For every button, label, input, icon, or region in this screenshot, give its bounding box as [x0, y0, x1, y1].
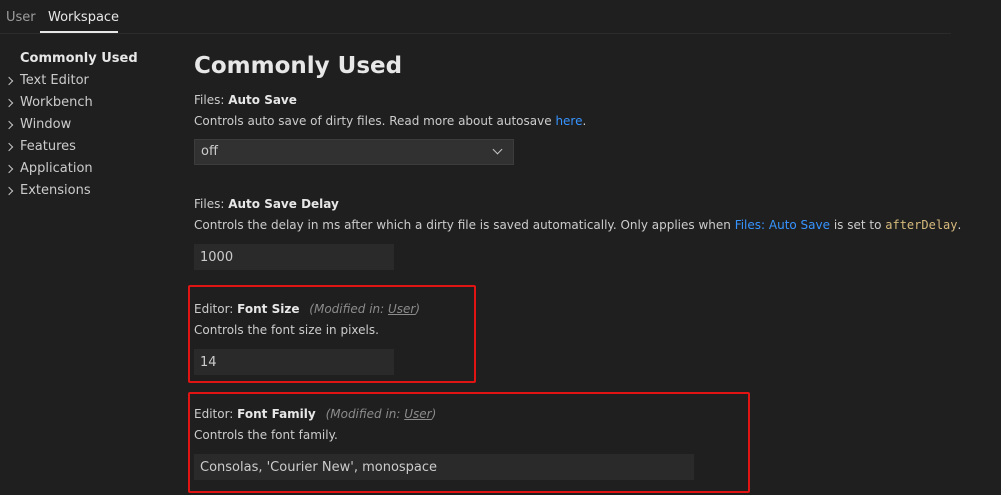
setting-name: Font Family	[237, 407, 316, 421]
toc-item-label: Application	[20, 161, 93, 176]
setting-description-auto-save: Controls auto save of dirty files. Read …	[194, 114, 586, 128]
setting-title-font-family: Editor: Font Family (Modified in: User)	[194, 407, 436, 421]
setting-category: Files:	[194, 93, 229, 107]
toc-item-label: Text Editor	[20, 73, 89, 88]
files-auto-save-link[interactable]: Files: Auto Save	[735, 218, 830, 232]
auto-save-select[interactable]: off	[194, 139, 514, 165]
description-text: is set to	[830, 218, 886, 232]
toc-item-label: Extensions	[20, 183, 91, 198]
toc-item-label: Features	[20, 139, 76, 154]
chevron-right-icon	[4, 120, 14, 130]
setting-title-auto-save: Files: Auto Save	[194, 93, 297, 107]
toc-item-application[interactable]: Application	[20, 161, 93, 176]
toc-item-label: Window	[20, 117, 72, 132]
description-text: Controls the delay in ms after which a d…	[194, 218, 735, 232]
toc-item-label: Commonly Used	[20, 51, 138, 66]
after-delay-code: afterDelay	[885, 218, 958, 232]
setting-description-font-size: Controls the font size in pixels.	[194, 323, 379, 337]
modified-in-user-link[interactable]: User	[404, 407, 431, 421]
setting-category: Editor:	[194, 407, 238, 421]
modified-indicator: (Modified in: User)	[326, 407, 437, 421]
description-text: Controls auto save of dirty files. Read …	[194, 114, 556, 128]
font-family-input[interactable]: Consolas, 'Courier New', monospace	[194, 454, 694, 480]
setting-title-auto-save-delay: Files: Auto Save Delay	[194, 197, 339, 211]
toc-item-label: Workbench	[20, 95, 93, 110]
toc-item-window[interactable]: Window	[20, 117, 71, 132]
setting-title-font-size: Editor: Font Size (Modified in: User)	[194, 302, 420, 316]
tab-user[interactable]: User	[6, 10, 36, 25]
chevron-right-icon	[4, 98, 14, 108]
modified-prefix: (Modified in:	[309, 302, 388, 316]
setting-name: Font Size	[237, 302, 300, 316]
toc-item-extensions[interactable]: Extensions	[20, 183, 91, 198]
setting-description-font-family: Controls the font family.	[194, 428, 338, 442]
toc-item-text-editor[interactable]: Text Editor	[20, 73, 89, 88]
modified-suffix: )	[431, 407, 437, 421]
autosave-here-link[interactable]: here	[555, 114, 582, 128]
setting-category: Editor:	[194, 302, 238, 316]
toc-item-commonly-used[interactable]: Commonly Used	[20, 51, 138, 66]
active-tab-indicator	[40, 31, 118, 33]
tab-workspace[interactable]: Workspace	[48, 10, 119, 25]
chevron-down-icon	[492, 144, 503, 155]
setting-name: Auto Save	[228, 93, 297, 107]
auto-save-delay-input[interactable]: 1000	[194, 244, 394, 270]
chevron-right-icon	[4, 142, 14, 152]
setting-category: Files:	[194, 197, 229, 211]
section-heading: Commonly Used	[194, 53, 403, 79]
chevron-right-icon	[4, 186, 14, 196]
modified-in-user-link[interactable]: User	[388, 302, 415, 316]
modified-prefix: (Modified in:	[325, 407, 405, 421]
setting-name: Auto Save Delay	[228, 197, 339, 211]
setting-description-auto-save-delay: Controls the delay in ms after which a d…	[194, 218, 961, 232]
chevron-right-icon	[4, 164, 14, 174]
auto-save-selected-value: off	[201, 144, 218, 159]
toc-item-workbench[interactable]: Workbench	[20, 95, 93, 110]
chevron-right-icon	[4, 76, 14, 86]
modified-suffix: )	[415, 302, 421, 316]
modified-indicator: (Modified in: User)	[309, 302, 420, 316]
description-text: .	[582, 114, 587, 128]
settings-scope-tabs: User Workspace	[0, 0, 951, 34]
font-size-input[interactable]: 14	[194, 349, 394, 375]
toc-item-features[interactable]: Features	[20, 139, 76, 154]
description-text: .	[957, 218, 962, 232]
